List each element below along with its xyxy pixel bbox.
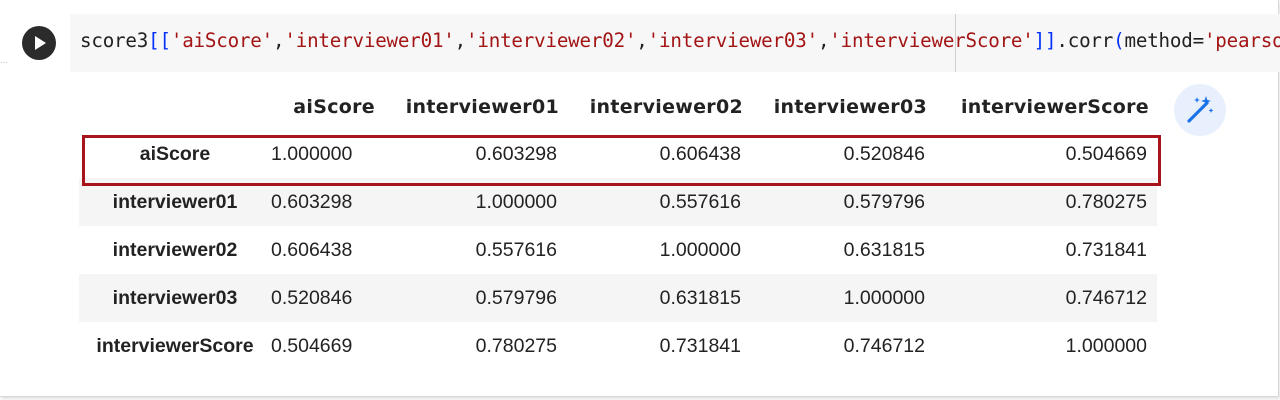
table-cell: 0.557616 xyxy=(475,238,557,261)
code-token: ( xyxy=(1113,29,1125,52)
column-header: aiScore xyxy=(293,96,375,118)
code-token: , xyxy=(454,29,467,52)
code-token: 'interviewerScore' xyxy=(829,29,1034,52)
row-index-label: interviewer02 xyxy=(112,238,238,261)
table-row: aiScore 1.000000 0.603298 0.606438 0.520… xyxy=(79,130,1157,178)
table-cell: 0.631815 xyxy=(843,238,925,261)
column-header: interviewer02 xyxy=(589,96,743,118)
code-token: , xyxy=(817,29,830,52)
column-header: interviewer01 xyxy=(405,96,559,118)
code-token: .corr xyxy=(1056,29,1114,52)
row-index-label: aiScore xyxy=(139,142,211,165)
code-line[interactable]: score3[['aiScore','interviewer01','inter… xyxy=(80,29,1280,52)
table-cell: 0.780275 xyxy=(1065,190,1147,213)
column-header: interviewerScore xyxy=(960,96,1149,118)
table-cell: 1.000000 xyxy=(1065,334,1147,357)
table-cell: 0.731841 xyxy=(659,334,741,357)
table-cell: 0.579796 xyxy=(843,190,925,213)
play-icon xyxy=(35,36,46,50)
run-cell-button[interactable] xyxy=(22,26,56,60)
table-cell: 0.557616 xyxy=(659,190,741,213)
magic-wand-button[interactable] xyxy=(1174,84,1226,136)
code-token: 'interviewer02' xyxy=(466,29,637,52)
table-cell: 0.731841 xyxy=(1065,238,1147,261)
gutter-mark: ... xyxy=(0,55,9,66)
table-header-row: aiScore interviewer01 interviewer02 inte… xyxy=(79,84,1157,130)
table-row: interviewer03 0.520846 0.579796 0.631815… xyxy=(79,274,1157,322)
table-cell: 1.000000 xyxy=(271,142,353,165)
code-token: [[ xyxy=(148,29,171,52)
table-cell: 0.606438 xyxy=(659,142,741,165)
table-row: interviewer01 0.603298 1.000000 0.557616… xyxy=(79,178,1157,226)
column-header: interviewer03 xyxy=(773,96,927,118)
table-cell: 0.520846 xyxy=(271,286,353,309)
table-cell: 0.606438 xyxy=(271,238,353,261)
code-token: 'interviewer01' xyxy=(284,29,455,52)
code-token: , xyxy=(636,29,648,52)
table-row: interviewerScore 0.504669 0.780275 0.731… xyxy=(79,322,1157,370)
code-token: ]] xyxy=(1033,29,1057,52)
table-cell: 0.520846 xyxy=(843,142,925,165)
table-cell: 0.746712 xyxy=(1065,286,1147,309)
code-token: , xyxy=(273,29,285,52)
table-cell: 1.000000 xyxy=(475,190,557,213)
table-cell: 0.603298 xyxy=(271,190,353,213)
table-cell: 1.000000 xyxy=(659,238,741,261)
table-cell: 0.603298 xyxy=(475,142,557,165)
table-cell: 0.631815 xyxy=(659,286,741,309)
table-row: interviewer02 0.606438 0.557616 1.000000… xyxy=(79,226,1157,274)
index-header xyxy=(79,84,271,130)
code-token: method= xyxy=(1124,29,1204,52)
magic-wand-icon xyxy=(1187,96,1214,123)
table-cell: 0.746712 xyxy=(843,334,925,357)
code-token: 'pearson' xyxy=(1203,29,1280,52)
code-token: score3 xyxy=(80,29,149,52)
table-cell: 0.780275 xyxy=(475,334,557,357)
table-cell: 0.579796 xyxy=(475,286,557,309)
table-cell: 0.504669 xyxy=(271,334,353,357)
table-cell: 0.504669 xyxy=(1065,142,1147,165)
code-token: 'aiScore' xyxy=(170,29,274,52)
row-index-label: interviewer03 xyxy=(112,286,238,309)
code-token: 'interviewer03' xyxy=(647,29,818,52)
correlation-table: aiScore interviewer01 interviewer02 inte… xyxy=(79,84,1157,370)
row-index-label: interviewer01 xyxy=(112,190,238,213)
row-index-label: interviewerScore xyxy=(96,334,254,357)
table-cell: 1.000000 xyxy=(843,286,925,309)
